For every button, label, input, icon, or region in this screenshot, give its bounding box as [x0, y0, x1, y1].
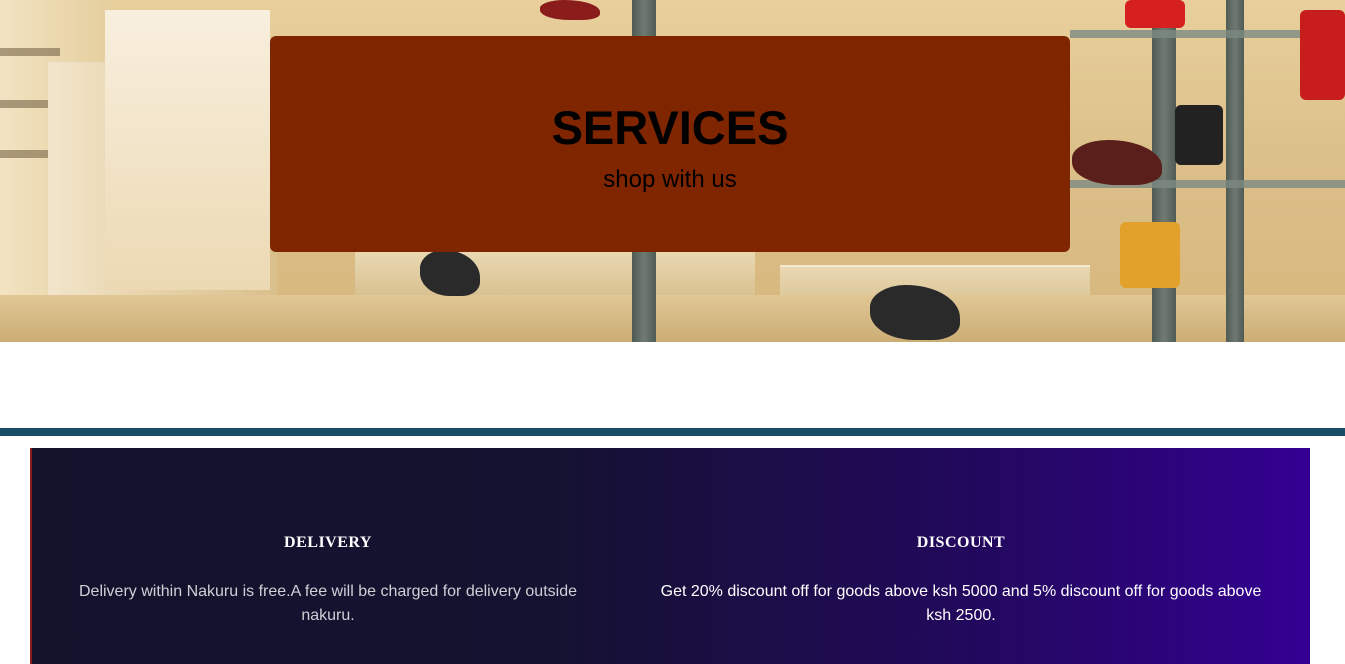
hero-banner: SERVICES shop with us: [0, 0, 1345, 342]
service-description: Delivery within Nakuru is free.A fee wil…: [78, 583, 577, 624]
hero-card: SERVICES shop with us: [270, 36, 1070, 252]
hero-background-shoe: [1072, 140, 1162, 185]
hero-background-shelf: [0, 48, 60, 56]
service-heading: DELIVERY: [284, 534, 372, 551]
hero-background-bag: [1300, 10, 1345, 100]
services-panel: DELIVERY Delivery within Nakuru is free.…: [30, 448, 1310, 664]
hero-background-counter-top: [105, 10, 270, 290]
section-divider: [0, 428, 1345, 436]
hero-background-floor: [0, 295, 1345, 342]
service-heading: DISCOUNT: [916, 534, 1006, 551]
service-description: Get 20% discount off for goods above ksh…: [660, 583, 1262, 624]
hero-background-bag: [1175, 105, 1223, 165]
hero-background-bag: [1125, 0, 1185, 28]
page-subtitle: shop with us: [603, 166, 737, 193]
hero-background-shoe: [540, 0, 600, 20]
page-title: SERVICES: [551, 101, 789, 154]
hero-background-pillar: [1226, 0, 1244, 342]
hero-background-bag: [1120, 222, 1180, 288]
